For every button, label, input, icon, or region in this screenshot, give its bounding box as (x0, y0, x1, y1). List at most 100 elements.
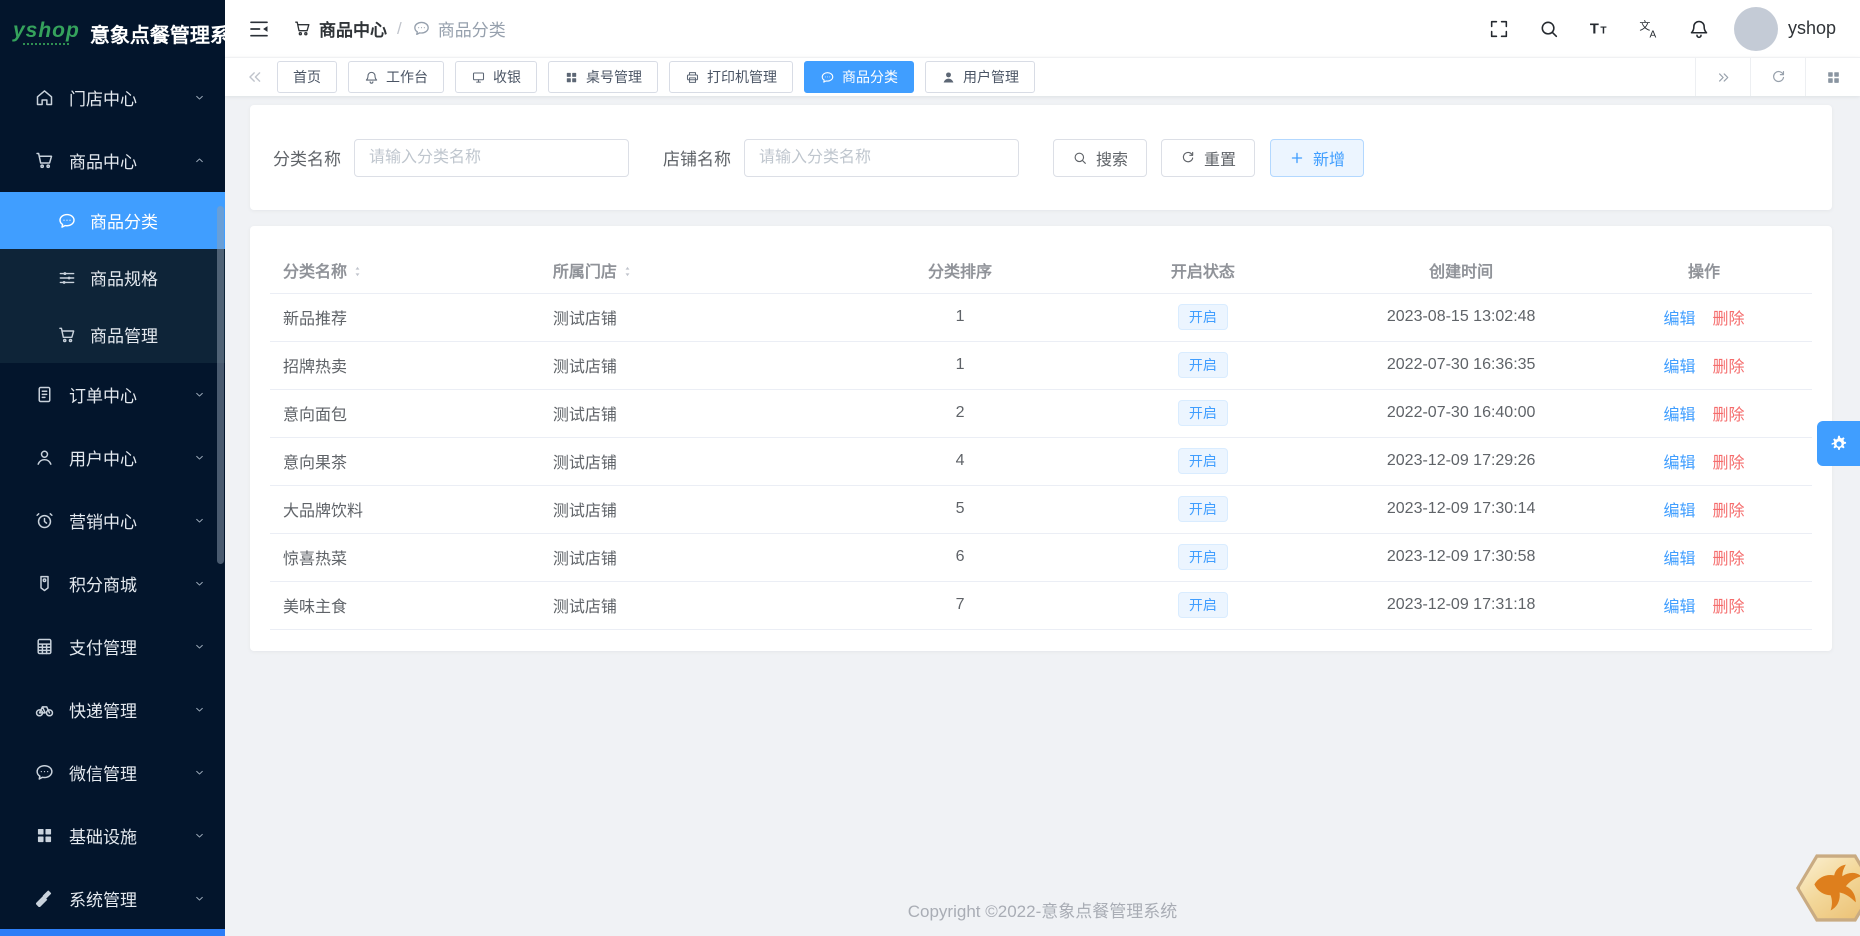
edit-link[interactable]: 编辑 (1664, 359, 1696, 376)
tab-桌号管理[interactable]: 桌号管理 (548, 61, 658, 93)
sidebar-item-label: 支付管理 (69, 639, 137, 658)
breadcrumb-item-商品分类[interactable]: 商品分类 (412, 16, 506, 41)
breadcrumb-item-商品中心[interactable]: 商品中心 (293, 16, 387, 41)
cell-actions: 编辑 删除 (1596, 341, 1812, 390)
translate-icon[interactable]: 文A (1638, 18, 1660, 40)
edit-link[interactable]: 编辑 (1664, 599, 1696, 616)
add-button[interactable]: 新增 (1270, 138, 1365, 177)
chevron-down-icon (192, 513, 207, 528)
main-area: 商品中心 / 商品分类 T T 文 A yshop 首页 工作台 收银 桌号管理 打印机管理 商品分类… (225, 0, 1860, 936)
sidebar-subitem-label: 商品分类 (90, 213, 158, 232)
cell-store: 测试店铺 (539, 389, 841, 438)
tab-收银[interactable]: 收银 (455, 61, 537, 93)
user-avatar[interactable] (1733, 6, 1778, 51)
delete-link[interactable]: 删除 (1713, 311, 1745, 328)
tab-label: 用户管理 (963, 69, 1019, 85)
cell-status: 开启 (1079, 581, 1327, 630)
cell-category-name: 惊喜热菜 (270, 533, 540, 582)
add-button-label: 新增 (1313, 151, 1346, 169)
tab-control-grid-icon[interactable] (1805, 58, 1860, 96)
edit-link[interactable]: 编辑 (1664, 311, 1696, 328)
sidebar-item-微信管理[interactable]: 微信管理 (0, 741, 225, 804)
tabs-scroll-left-icon[interactable] (245, 67, 265, 87)
sidebar-item-快递管理[interactable]: 快递管理 (0, 678, 225, 741)
cell-store: 测试店铺 (539, 293, 841, 342)
sidebar-subitem-商品规格[interactable]: 商品规格 (0, 249, 225, 306)
grid-icon (34, 825, 55, 846)
tab-工作台[interactable]: 工作台 (348, 61, 444, 93)
sidebar-item-label: 商品中心 (69, 153, 137, 172)
edit-link[interactable]: 编辑 (1664, 551, 1696, 568)
delete-link[interactable]: 删除 (1713, 359, 1745, 376)
tab-control-refresh-icon[interactable] (1750, 58, 1805, 96)
tab-label: 收银 (493, 69, 521, 85)
sidebar-subitem-商品分类[interactable]: 商品分类 (0, 192, 225, 249)
sidebar-item-label: 微信管理 (69, 765, 137, 784)
svg-text:T: T (1600, 25, 1607, 36)
app-root: yshop 意象点餐管理系统 门店中心商品中心商品分类商品规格商品管理订单中心用… (0, 0, 1860, 936)
column-header-所属门店[interactable]: 所属门店 (539, 247, 841, 294)
column-header-创建时间: 创建时间 (1326, 247, 1597, 294)
sidebar-item-订单中心[interactable]: 订单中心 (0, 363, 225, 426)
status-badge: 开启 (1177, 448, 1228, 474)
delete-link[interactable]: 删除 (1713, 551, 1745, 568)
sidebar-item-商品中心[interactable]: 商品中心 (0, 129, 225, 192)
sliders-icon (57, 268, 77, 288)
sidebar-subitem-商品管理[interactable]: 商品管理 (0, 306, 225, 363)
tab-label: 工作台 (386, 69, 428, 85)
shop-name-input[interactable] (744, 138, 1019, 177)
edit-link[interactable]: 编辑 (1664, 407, 1696, 424)
yshop-logo-icon: yshop (13, 19, 80, 45)
sidebar-item-用户中心[interactable]: 用户中心 (0, 426, 225, 489)
category-name-input[interactable] (354, 138, 629, 177)
tabbar: 首页 工作台 收银 桌号管理 打印机管理 商品分类 用户管理 (225, 57, 1860, 96)
edit-link[interactable]: 编辑 (1664, 503, 1696, 520)
delete-link[interactable]: 删除 (1713, 455, 1745, 472)
delete-link[interactable]: 删除 (1713, 599, 1745, 616)
sidebar-item-基础设施[interactable]: 基础设施 (0, 804, 225, 867)
sidebar-item-积分商城[interactable]: 积分商城 (0, 552, 225, 615)
tab-商品分类[interactable]: 商品分类 (804, 61, 914, 93)
delete-link[interactable]: 删除 (1713, 407, 1745, 424)
edit-link[interactable]: 编辑 (1664, 455, 1696, 472)
tab-打印机管理[interactable]: 打印机管理 (669, 61, 793, 93)
sidebar-hscrollbar[interactable] (0, 929, 225, 936)
logo-text: yshop (13, 19, 80, 42)
sidebar-item-label: 门店中心 (69, 90, 137, 109)
reset-button[interactable]: 重置 (1161, 138, 1256, 177)
sidebar-subitem-label: 商品规格 (90, 270, 158, 289)
sidebar-item-label: 营销中心 (69, 513, 137, 532)
tab-control-chevrons-right-icon[interactable] (1695, 58, 1750, 96)
bell-icon[interactable] (1688, 18, 1710, 40)
sidebar-item-门店中心[interactable]: 门店中心 (0, 66, 225, 129)
wechat-icon (34, 762, 55, 783)
svg-text:T: T (1590, 21, 1599, 37)
bird-logo-badge[interactable] (1796, 853, 1860, 923)
tab-首页[interactable]: 首页 (277, 61, 337, 93)
fold-sidebar-icon[interactable] (247, 17, 271, 41)
logo: yshop 意象点餐管理系统 (0, 0, 225, 66)
hexagon-inner (1799, 857, 1860, 919)
sidebar-item-label: 积分商城 (69, 576, 137, 595)
breadcrumb: 商品中心 / 商品分类 (293, 16, 506, 41)
cell-store: 测试店铺 (539, 437, 841, 486)
sidebar-item-营销中心[interactable]: 营销中心 (0, 489, 225, 552)
sidebar-item-支付管理[interactable]: 支付管理 (0, 615, 225, 678)
search-button[interactable]: 搜索 (1053, 138, 1148, 177)
tag-icon (34, 573, 55, 594)
reset-icon (1180, 150, 1196, 166)
settings-panel-button[interactable] (1817, 421, 1860, 466)
cell-category-name: 大品牌饮料 (270, 485, 540, 534)
sidebar: yshop 意象点餐管理系统 门店中心商品中心商品分类商品规格商品管理订单中心用… (0, 0, 225, 936)
column-header-分类名称[interactable]: 分类名称 (270, 247, 540, 294)
font-size-icon[interactable]: TT (1588, 18, 1610, 40)
fullscreen-icon[interactable] (1488, 18, 1510, 40)
sidebar-scrollbar-thumb[interactable] (217, 206, 224, 564)
sidebar-item-系统管理[interactable]: 系统管理 (0, 867, 225, 930)
tab-用户管理[interactable]: 用户管理 (925, 61, 1035, 93)
topbar-actions: T T 文 A yshop (1460, 6, 1836, 51)
delete-link[interactable]: 删除 (1713, 503, 1745, 520)
username[interactable]: yshop (1788, 18, 1836, 39)
reset-button-label: 重置 (1204, 151, 1237, 169)
search-icon[interactable] (1538, 18, 1560, 40)
